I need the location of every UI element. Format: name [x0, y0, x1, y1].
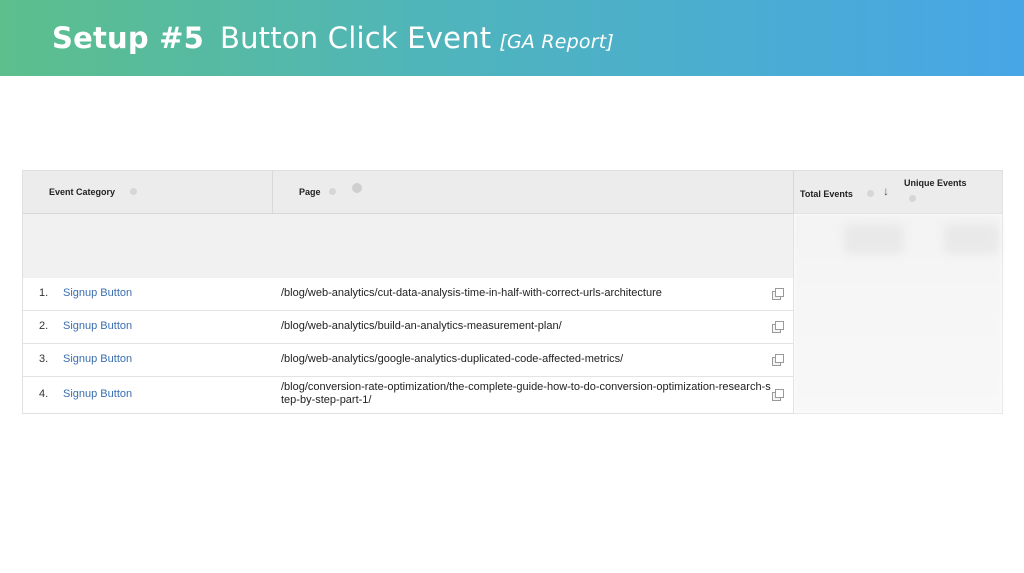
event-category-link[interactable]: Signup Button: [63, 388, 132, 400]
slide-title-bold: Setup #5: [52, 21, 204, 55]
column-divider: [272, 171, 273, 213]
open-link-icon[interactable]: [772, 288, 784, 300]
blurred-value: [844, 224, 904, 254]
table-header: [23, 171, 1002, 214]
table-row[interactable]: 1. Signup Button /blog/web-analytics/cut…: [23, 278, 793, 311]
blurred-value: [944, 224, 999, 254]
slide-title-main: Button Click Event: [220, 21, 492, 55]
header-event-category[interactable]: Event Category: [49, 187, 115, 197]
row-index: 1.: [39, 287, 49, 299]
sort-icon[interactable]: [329, 188, 336, 195]
totals-row: [23, 214, 793, 279]
metrics-blurred-area: [794, 214, 1002, 413]
ga-report-table: Event Category Page Total Events ↓ Uniqu…: [22, 170, 1003, 414]
row-index: 2.: [39, 320, 49, 332]
header-page[interactable]: Page: [299, 187, 321, 197]
table-row[interactable]: 4. Signup Button /blog/conversion-rate-o…: [23, 377, 793, 413]
open-link-icon[interactable]: [772, 389, 784, 401]
sort-icon[interactable]: [909, 195, 916, 202]
sort-icon[interactable]: [130, 188, 137, 195]
table-row[interactable]: 3. Signup Button /blog/web-analytics/goo…: [23, 344, 793, 377]
header-unique-events[interactable]: Unique Events: [904, 178, 967, 188]
slide-title: Setup #5 Button Click Event [GA Report]: [52, 21, 614, 55]
open-link-icon[interactable]: [772, 354, 784, 366]
event-category-link[interactable]: Signup Button: [63, 353, 132, 365]
row-index: 4.: [39, 388, 49, 400]
row-index: 3.: [39, 353, 49, 365]
slide-title-sub: [GA Report]: [499, 31, 614, 53]
page-path: /blog/web-analytics/cut-data-analysis-ti…: [281, 287, 662, 299]
sort-descending-icon[interactable]: ↓: [883, 184, 889, 198]
page-path: /blog/conversion-rate-optimization/the-c…: [281, 381, 771, 406]
slide-banner: Setup #5 Button Click Event [GA Report]: [0, 0, 1024, 76]
help-icon[interactable]: [352, 183, 362, 193]
header-total-events[interactable]: Total Events: [800, 189, 853, 199]
open-link-icon[interactable]: [772, 321, 784, 333]
event-category-link[interactable]: Signup Button: [63, 320, 132, 332]
page-path: /blog/web-analytics/build-an-analytics-m…: [281, 320, 562, 332]
page-path: /blog/web-analytics/google-analytics-dup…: [281, 353, 624, 365]
table-row[interactable]: 2. Signup Button /blog/web-analytics/bui…: [23, 311, 793, 344]
event-category-link[interactable]: Signup Button: [63, 287, 132, 299]
sort-icon[interactable]: [867, 190, 874, 197]
